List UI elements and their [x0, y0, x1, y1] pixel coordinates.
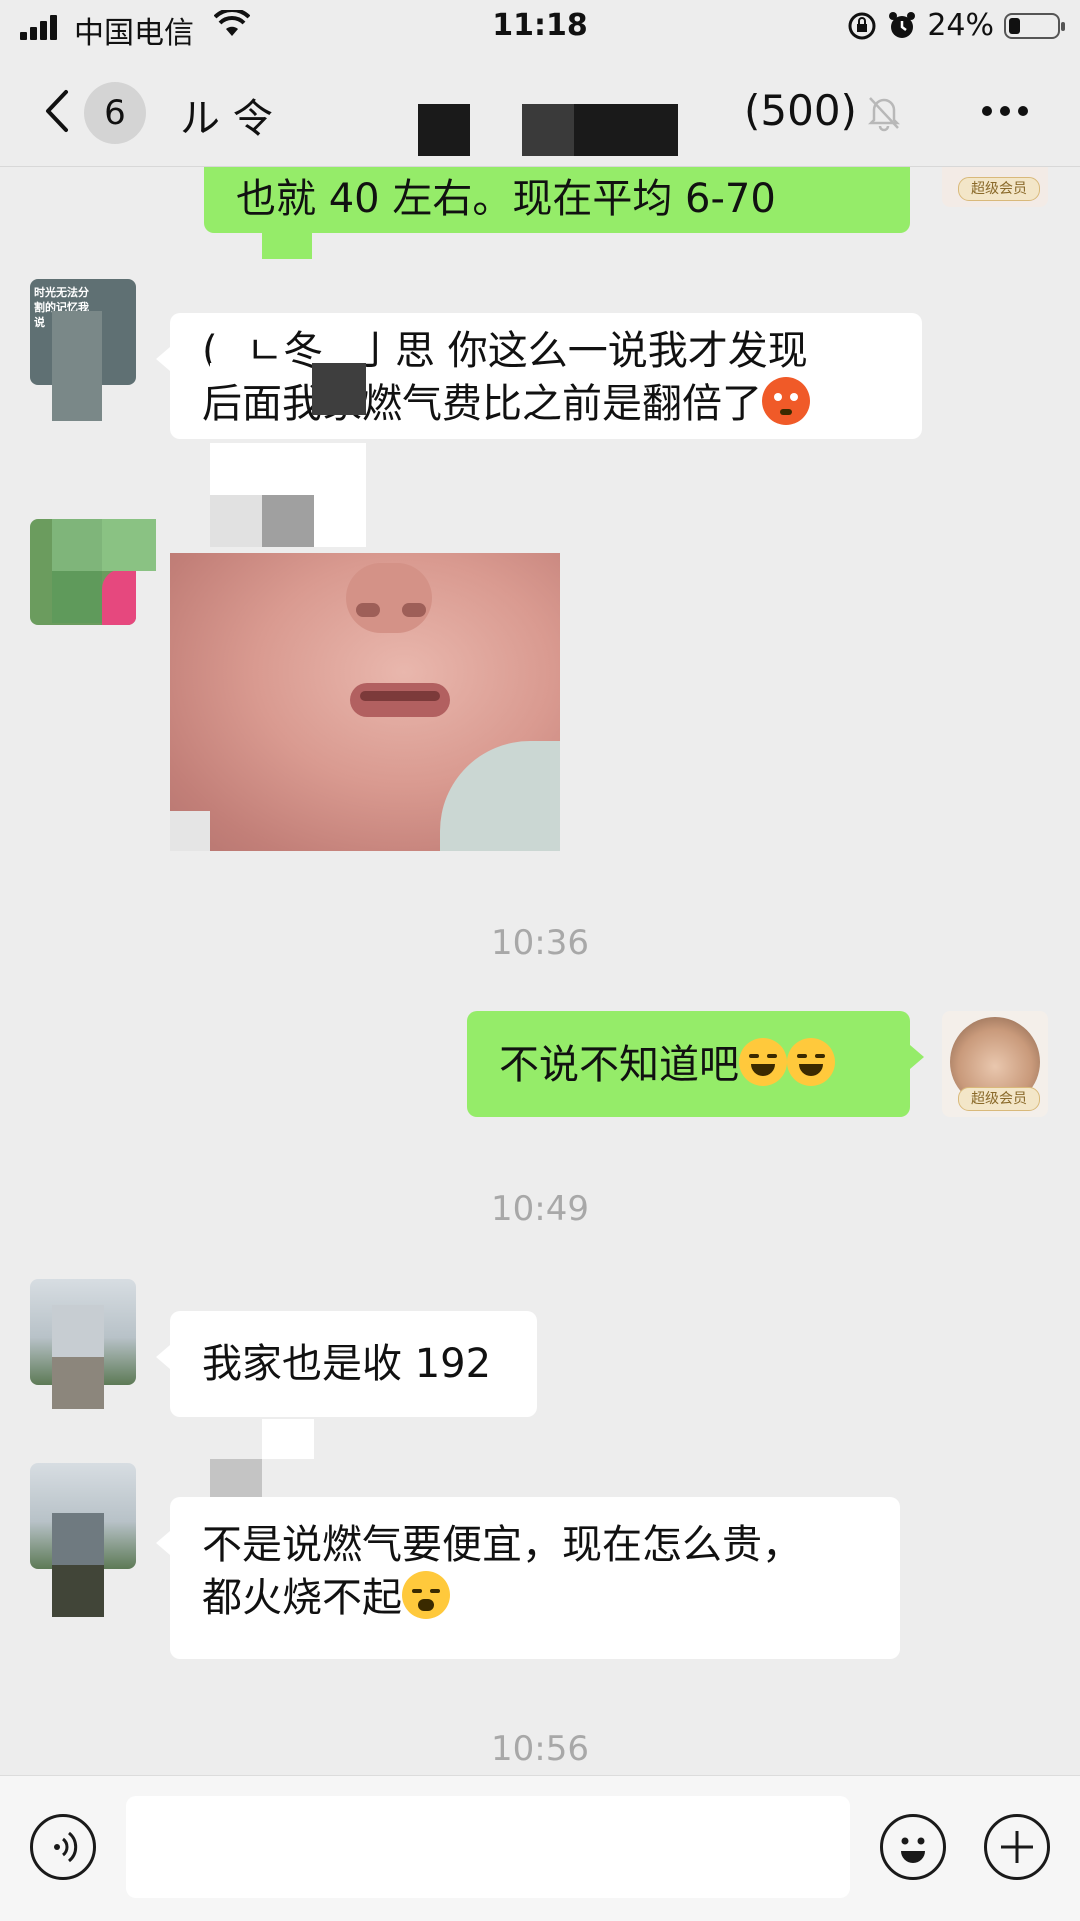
- message-text: 我家也是收 192: [202, 1341, 492, 1387]
- message-text-line: ( ㄴ冬 亅思 你这么一说我才发现: [202, 328, 808, 374]
- privacy-mask: [262, 495, 314, 547]
- privacy-mask: [52, 1565, 104, 1617]
- privacy-mask: [262, 233, 312, 259]
- avatar-self[interactable]: 超级会员: [942, 167, 1048, 207]
- message-timestamp: 10:49: [491, 1189, 589, 1229]
- hot-face-emoji: [762, 377, 810, 425]
- rotation-lock-icon: [848, 12, 876, 39]
- message-text-line: 都火烧不起: [202, 1575, 402, 1621]
- input-bar: [0, 1775, 1080, 1921]
- crying-emoji: [402, 1571, 450, 1619]
- privacy-mask: [52, 519, 102, 571]
- emoji-icon[interactable]: [880, 1814, 946, 1880]
- privacy-mask: [52, 311, 102, 421]
- chat-header: 6 ル 令 (500): [0, 56, 1080, 167]
- privacy-mask: [102, 519, 156, 571]
- unread-count-badge[interactable]: 6: [84, 82, 146, 144]
- privacy-mask: [574, 104, 678, 156]
- sticker-image[interactable]: [170, 553, 560, 851]
- privacy-mask: [314, 495, 366, 547]
- privacy-mask: [262, 1419, 314, 1459]
- vip-badge: 超级会员: [958, 1087, 1040, 1111]
- tears-of-joy-emoji: [787, 1038, 835, 1086]
- message-timestamp: 10:36: [491, 923, 589, 963]
- status-bar: 中国电信 11:18 24%: [0, 0, 1080, 56]
- message-bubble-other[interactable]: ( ㄴ冬 亅思 你这么一说我才发现 后面我家燃气费比之前是翻倍了: [156, 313, 922, 439]
- group-title: ル 令: [180, 96, 273, 142]
- privacy-mask: [418, 104, 470, 156]
- back-icon[interactable]: [38, 86, 78, 136]
- message-input[interactable]: [126, 1796, 850, 1898]
- message-bubble-other[interactable]: 不是说燃气要便宜，现在怎么贵， 都火烧不起: [156, 1497, 900, 1659]
- privacy-mask: [312, 363, 366, 415]
- privacy-mask: [522, 104, 574, 156]
- avatar-self[interactable]: 超级会员: [942, 1011, 1048, 1117]
- privacy-mask: [210, 495, 262, 547]
- mute-bell-icon: [867, 97, 901, 132]
- battery-percent: 24%: [927, 8, 994, 43]
- privacy-mask: [52, 571, 102, 623]
- message-text-line: 后面我家燃气费比之前是翻倍了: [202, 381, 762, 427]
- message-text-line: 不是说燃气要便宜，现在怎么贵，: [202, 1522, 802, 1568]
- privacy-mask: [210, 363, 260, 383]
- message-bubble-self[interactable]: 不说不知道吧: [467, 1011, 924, 1117]
- battery-icon: [1004, 12, 1065, 39]
- plus-icon[interactable]: [984, 1814, 1050, 1880]
- message-timestamp: 10:56: [491, 1729, 589, 1769]
- more-icon[interactable]: [982, 106, 1028, 116]
- chat-history[interactable]: 也就 40 左右。现在平均 6-70 超级会员 时光无法分割的记忆我说 ( ㄴ冬…: [0, 167, 1080, 1775]
- tears-of-joy-emoji: [739, 1038, 787, 1086]
- privacy-mask: [52, 1357, 104, 1409]
- privacy-mask: [52, 1305, 104, 1357]
- message-bubble-self[interactable]: 也就 40 左右。现在平均 6-70: [204, 167, 910, 233]
- vip-badge: 超级会员: [958, 177, 1040, 201]
- privacy-mask: [210, 443, 366, 495]
- member-count: (500): [744, 86, 857, 135]
- message-text: 不说不知道吧: [499, 1042, 739, 1088]
- message-bubble-other[interactable]: 我家也是收 192: [156, 1311, 537, 1417]
- message-text: 也就 40 左右。现在平均 6-70: [236, 176, 776, 222]
- privacy-mask: [52, 1513, 104, 1565]
- alarm-icon: [889, 11, 916, 38]
- voice-icon[interactable]: [30, 1814, 96, 1880]
